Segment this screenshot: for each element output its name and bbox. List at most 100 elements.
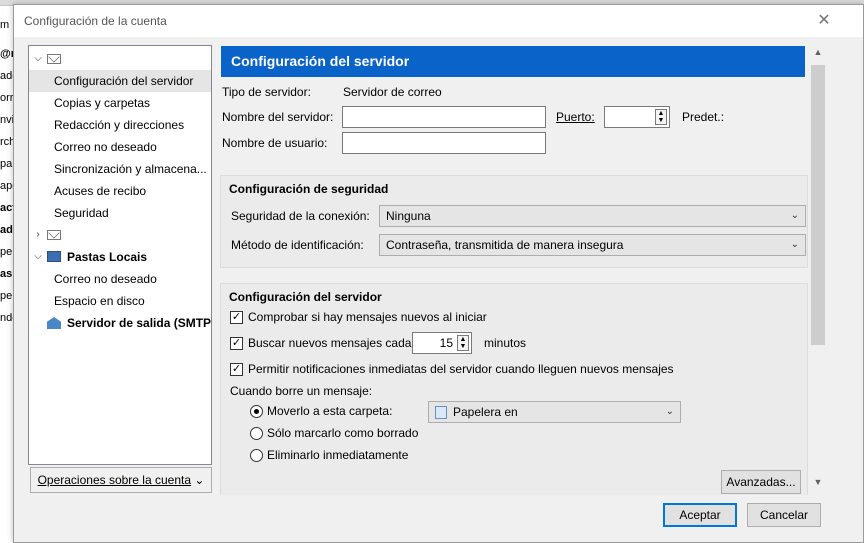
background-text: nde [0,312,14,324]
account-actions-button[interactable]: Operaciones sobre la cuenta ⌄ [30,467,212,493]
background-text: ade [0,224,14,236]
computer-icon [47,251,61,262]
connection-security-label: Seguridad de la conexión: [231,209,370,223]
username-input[interactable] [342,132,546,154]
background-text: ade [0,70,14,82]
tree-item-label: Configuración del servidor [54,74,194,88]
check-interval-stepper[interactable]: 15 ▲ ▼ [412,332,472,354]
chevron-down-icon: ⌄ [665,406,674,417]
tree-item-label: Acuses de recibo [54,184,147,198]
tree-item-sync[interactable]: Sincronización y almacena... [29,158,211,180]
push-notifications-checkbox[interactable]: ✓ [230,363,243,376]
tree-item-server-settings[interactable]: Configuración del servidor [29,70,211,92]
tree-item-junk[interactable]: Correo no deseado [29,136,211,158]
trash-folder-value: Papelera en [453,405,518,419]
tree-item-disk-space[interactable]: Espacio en disco [29,290,211,312]
tree-item-local-junk[interactable]: Correo no deseado [29,268,211,290]
trash-folder-select[interactable]: Papelera en ⌄ [428,401,681,423]
server-settings-group: Configuración del servidor ✓ Comprobar s… [220,283,808,495]
tree-item-label: Pastas Locais [67,250,148,264]
check-new-checkbox[interactable]: ✓ [230,311,243,324]
tree-item-label: Correo no deseado [54,272,157,286]
remove-immediately-label: Eliminarlo inmediatamente [267,448,409,462]
outgoing-server-icon [47,317,61,329]
chevron-down-icon: ⌄ [790,210,799,221]
auth-method-label: Método de identificación: [231,238,364,252]
account-actions-label: Operaciones sobre la cuenta [37,473,192,487]
remove-immediately-radio[interactable] [250,449,263,462]
background-text: act [0,202,14,214]
page-title: Configuración del servidor [221,46,805,77]
account-settings-dialog: Configuración de la cuenta ✕ ⌵ Configura… [13,4,864,543]
auth-method-select[interactable]: Contraseña, transmitida de manera insegu… [379,234,806,256]
chevron-down-icon[interactable]: ▼ [809,477,827,493]
background-text: pele [0,246,14,258]
tree-item-smtp[interactable]: Servidor de salida (SMTP) [29,312,211,334]
settings-pane: Configuración del servidor Tipo de servi… [219,45,830,495]
tree-item-label: Servidor de salida (SMTP) [67,316,212,330]
title-bar: Configuración de la cuenta ✕ [14,5,863,37]
connection-security-select[interactable]: Ninguna ⌄ [379,205,806,227]
server-type-label: Tipo de servidor: [222,85,311,99]
server-group-title: Configuración del servidor [229,290,382,304]
advanced-button[interactable]: Avanzadas... [721,470,801,494]
chevron-right-icon[interactable]: › [33,224,43,246]
auth-method-value: Contraseña, transmitida de manera insegu… [386,238,624,252]
tree-item-receipts[interactable]: Acuses de recibo [29,180,211,202]
background-text: orra [0,92,14,104]
chevron-down-icon[interactable]: ⌵ [33,246,43,268]
envelope-icon [47,54,61,64]
mark-deleted-radio[interactable] [250,427,263,440]
background-text: rch [0,136,14,148]
background-text: ape [0,180,14,192]
chevron-down-icon[interactable]: ⌵ [33,48,43,70]
scrollbar-thumb[interactable] [811,65,825,345]
tree-item-label: Espacio en disco [54,294,145,308]
security-group-title: Configuración de seguridad [229,182,389,196]
check-interval-value: 15 [439,336,453,350]
accept-button[interactable]: Aceptar [663,503,737,527]
tree-item-copies-folders[interactable]: Copias y carpetas [29,92,211,114]
tree-account-row[interactable]: ⌵ [29,48,211,70]
move-to-folder-label: Moverlo a esta carpeta: [267,404,393,418]
port-stepper[interactable]: ▲ ▼ [604,106,670,128]
server-name-input[interactable] [342,106,546,128]
spin-arrows-icon[interactable]: ▲ ▼ [655,109,667,125]
username-label: Nombre de usuario: [222,136,328,150]
cancel-button[interactable]: Cancelar [747,503,821,527]
tree-item-composition[interactable]: Redacción y direcciones [29,114,211,136]
chevron-down-icon: ⌄ [790,239,799,250]
mark-deleted-label: Sólo marcarlo como borrado [267,426,419,440]
check-every-label: Buscar nuevos mensajes cada [248,336,412,350]
chevron-up-icon[interactable]: ▲ [809,47,827,63]
tree-account-row-collapsed[interactable]: › [29,224,211,246]
dialog-title: Configuración de la cuenta [24,14,167,28]
check-every-checkbox[interactable]: ✓ [230,337,243,350]
port-label: Puerto: [556,110,595,124]
push-notifications-label: Permitir notificaciones inmediatas del s… [248,362,674,376]
spin-arrows-icon[interactable]: ▲ ▼ [457,335,469,351]
background-text: pele [0,290,14,302]
tree-item-label: Correo no deseado [54,140,157,154]
settings-scrollbar[interactable]: ▲ ▼ [809,45,827,495]
background-text: as L [0,268,14,280]
background-text: nvia [0,114,14,126]
server-type-value: Servidor de correo [343,85,442,99]
envelope-icon [47,230,61,240]
background-text: @re [0,48,14,60]
minutes-label: minutos [484,336,527,350]
tree-item-label: Sincronización y almacena... [54,162,207,176]
tree-local-folders[interactable]: ⌵ Pastas Locais [29,246,211,268]
account-tree: ⌵ Configuración del servidor Copias y ca… [28,45,212,465]
tree-item-label: Redacción y direcciones [54,118,185,132]
security-settings-group: Configuración de seguridad Seguridad de … [220,175,808,268]
server-name-label: Nombre del servidor: [222,110,334,124]
connection-security-value: Ninguna [386,209,431,223]
move-to-folder-radio[interactable] [250,405,263,418]
tree-item-label: Seguridad [54,206,109,220]
close-icon[interactable]: ✕ [812,9,836,33]
check-new-label: Comprobar si hay mensajes nuevos al inic… [248,310,487,324]
tree-item-security[interactable]: Seguridad [29,202,211,224]
background-text: m [0,19,10,31]
default-port-label: Predet.: [682,110,725,124]
